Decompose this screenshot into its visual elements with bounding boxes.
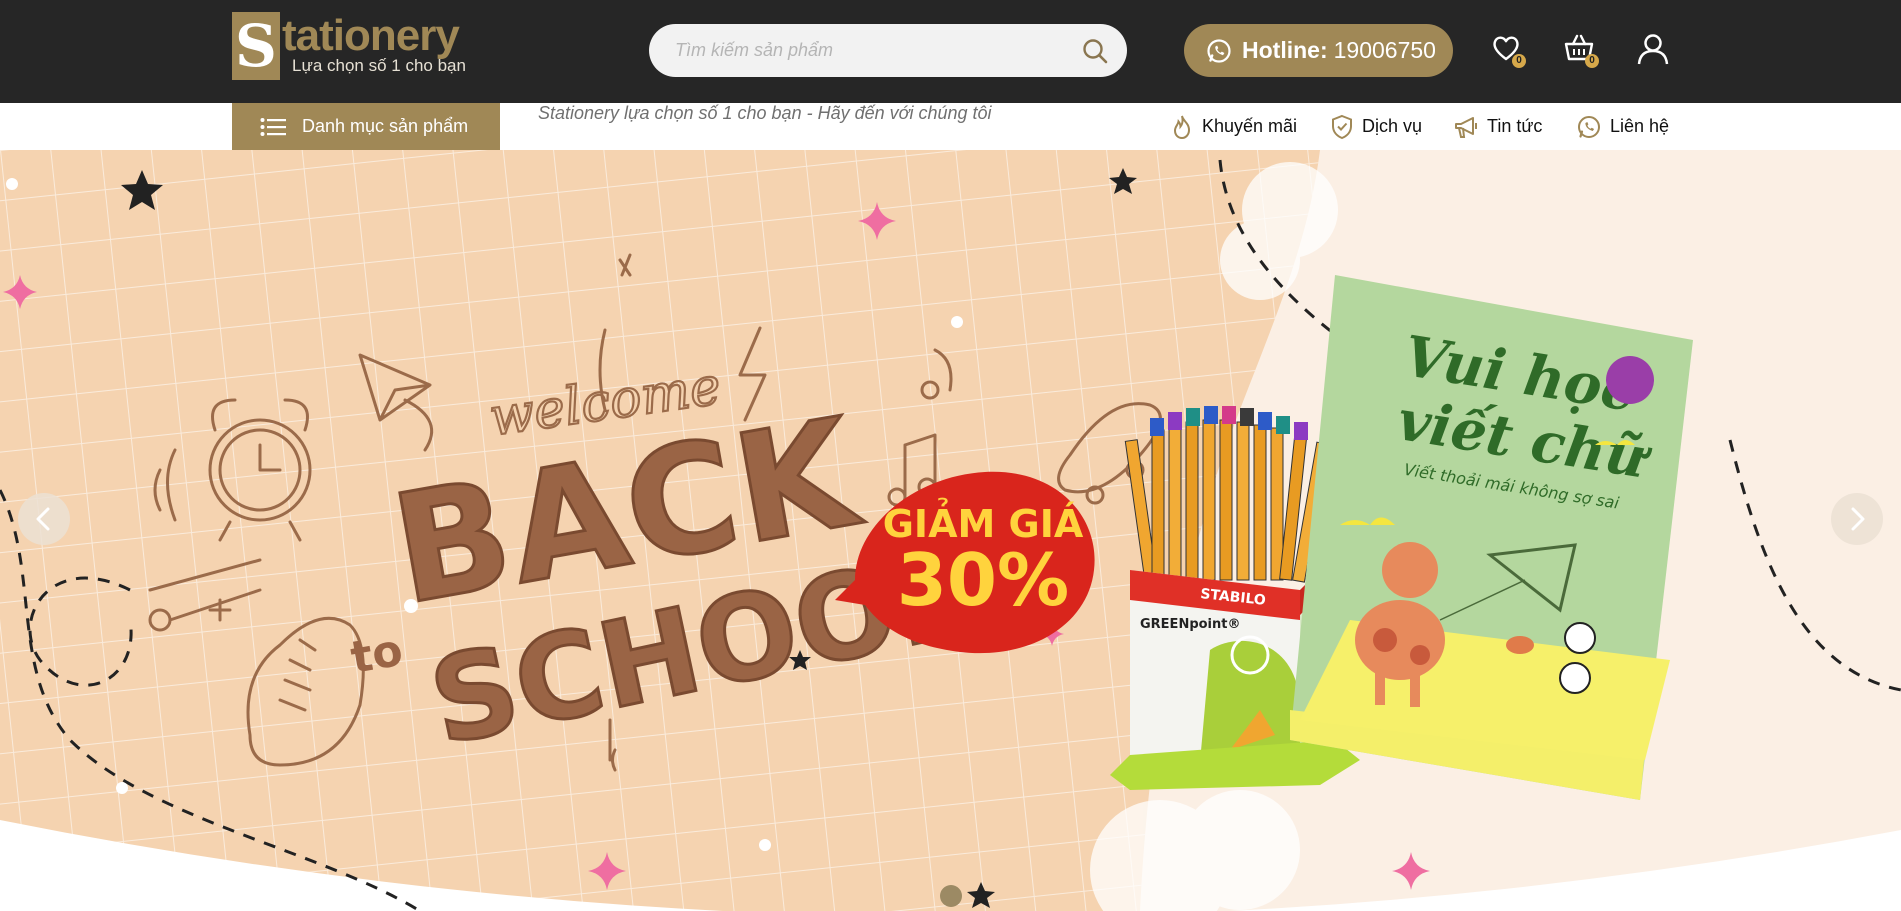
account-button[interactable]: [1636, 32, 1672, 68]
book-product: Vui học viết chữ Viết thoải mái không sợ…: [1290, 275, 1693, 800]
hotline-label: Hotline:: [1242, 37, 1328, 63]
cart-count: 0: [1585, 54, 1599, 68]
logo-letter: S: [232, 12, 280, 80]
search-input[interactable]: [675, 24, 1055, 77]
whatsapp-icon: [1207, 38, 1231, 63]
logo-tagline: Lựa chọn số 1 cho bạn: [292, 56, 466, 75]
search-icon[interactable]: [1081, 37, 1109, 65]
nav-slogan: Stationery lựa chọn số 1 cho bạn - Hãy đ…: [538, 103, 992, 123]
promo-percent: 30%: [897, 538, 1069, 622]
site-logo[interactable]: S tationery Lựa chọn số 1 cho bạn: [232, 12, 492, 80]
banner-artwork: welcome BACK to SCHOOL GIẢM GIÁ 30% STAB…: [0, 150, 1901, 911]
hotline-button[interactable]: Hotline: 19006750: [1184, 24, 1453, 77]
category-menu-label: Danh mục sản phẩm: [302, 116, 469, 136]
wishlist-button[interactable]: 0: [1490, 32, 1526, 68]
nav-item-label: Khuyến mãi: [1202, 116, 1298, 136]
banner-headline-to: to: [347, 625, 406, 684]
chevron-left-icon: [36, 507, 50, 531]
nav-item-news[interactable]: Tin tức: [1453, 103, 1542, 150]
nav-item-services[interactable]: Dịch vụ: [1330, 103, 1422, 150]
next-slide-button[interactable]: [1831, 493, 1883, 545]
nav-item-label: Liên hệ: [1610, 116, 1670, 136]
main-nav: Danh mục sản phẩm Stationery lựa chọn số…: [0, 103, 1901, 150]
category-menu-button[interactable]: Danh mục sản phẩm: [232, 103, 500, 150]
whatsapp-icon: [1578, 115, 1600, 138]
box-product-label: GREENpoint®: [1140, 617, 1240, 632]
wishlist-count: 0: [1512, 54, 1526, 68]
user-icon: [1637, 34, 1669, 65]
megaphone-icon: [1455, 116, 1477, 138]
shield-check-icon: [1332, 114, 1352, 139]
list-menu-icon: [260, 117, 286, 136]
flame-icon: [1173, 115, 1191, 139]
hotline-number: 19006750: [1333, 37, 1436, 63]
logo-wordmark: tationery: [282, 11, 460, 60]
hero-banner[interactable]: welcome BACK to SCHOOL GIẢM GIÁ 30% STAB…: [0, 150, 1901, 911]
nav-item-label: Tin tức: [1487, 116, 1543, 136]
prev-slide-button[interactable]: [18, 493, 70, 545]
slide-pagination: [940, 885, 962, 907]
cart-button[interactable]: 0: [1563, 32, 1599, 68]
nav-item-contact[interactable]: Liên hệ: [1576, 103, 1669, 150]
slide-dot-active[interactable]: [940, 885, 962, 907]
nav-item-label: Dịch vụ: [1362, 116, 1423, 136]
top-header: S tationery Lựa chọn số 1 cho bạn Hotlin…: [0, 0, 1901, 103]
chevron-right-icon: [1851, 507, 1865, 531]
search-box: [649, 24, 1127, 77]
nav-item-promotions[interactable]: Khuyến mãi: [1170, 103, 1297, 150]
